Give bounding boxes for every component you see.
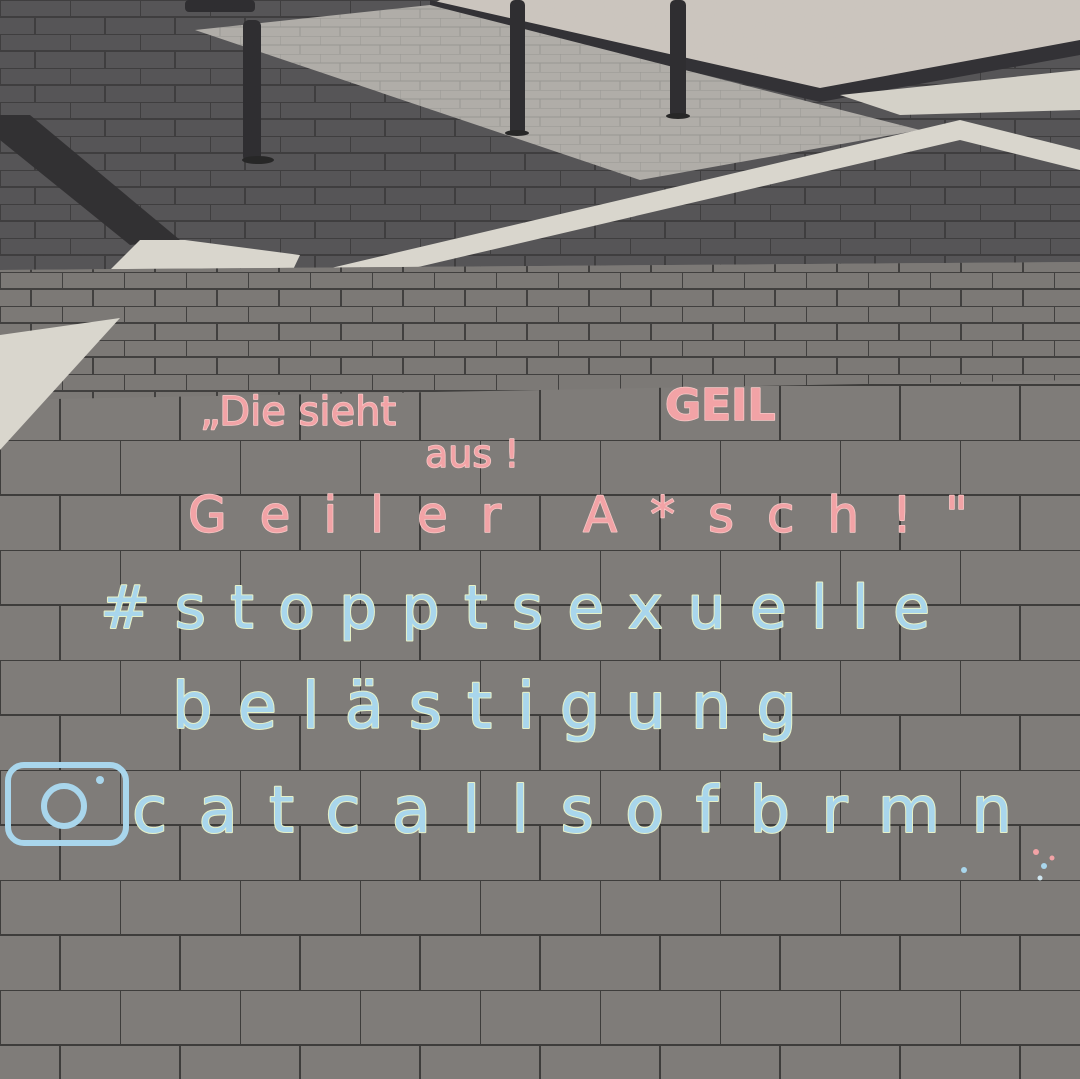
chalk-scene: „Die sieht GEIL aus ! Geiler A*sch!" #st… (0, 0, 1080, 1079)
chalk-line-1-left: „Die sieht (200, 389, 396, 435)
scene-svg: „Die sieht GEIL aus ! Geiler A*sch!" #st… (0, 0, 1080, 1079)
chalk-line-2: aus ! (425, 432, 519, 476)
chalk-hashtag-line-2: belästigung (172, 670, 797, 744)
chalk-line-1-right: GEIL (665, 380, 776, 431)
